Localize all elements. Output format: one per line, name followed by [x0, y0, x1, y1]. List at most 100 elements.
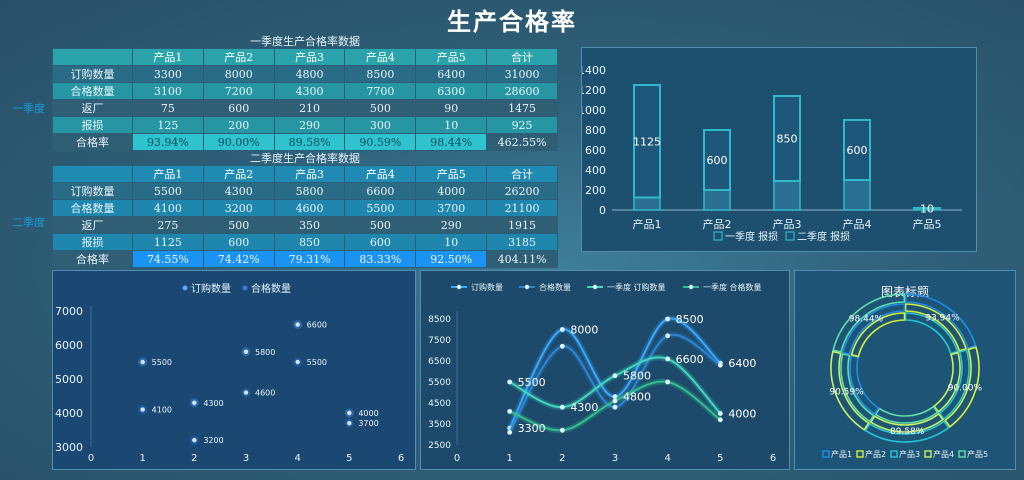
line-point	[717, 362, 723, 368]
x-tick-label: 0	[88, 453, 94, 464]
table-cell: 1125	[132, 233, 204, 251]
row-label: 报损	[52, 233, 133, 251]
line-point	[612, 398, 618, 404]
header-cell: 合计	[486, 165, 558, 183]
q2-side-label: 二季度	[12, 216, 45, 229]
rate-cell: 74.42%	[202, 250, 275, 268]
line-data-label: 5800	[623, 370, 651, 383]
table-cell: 7700	[344, 82, 417, 100]
table-cell: 90	[415, 99, 488, 117]
q2-table: 产品1 产品2 产品3 产品4 产品5 合计 订购数量 5500 4300 58…	[52, 165, 558, 268]
line-point	[507, 379, 513, 385]
table-cell: 21100	[486, 199, 558, 217]
point-label: 4000	[358, 409, 378, 418]
point-label: 3700	[358, 419, 378, 428]
table-cell: 500	[344, 216, 417, 234]
line-point	[507, 430, 513, 435]
y-tick-label: 1000	[582, 104, 606, 117]
x-tick-label: 4	[664, 453, 670, 464]
point-label: 4300	[203, 399, 223, 408]
line-point	[559, 343, 565, 349]
header-cell: 合计	[486, 48, 558, 66]
rate-cell: 98.44%	[415, 133, 488, 151]
bar-chart-panel: 0 200 400 600 800 1000 1200 1400 1125 产品1 600 产品2 85…	[578, 47, 977, 252]
header-cell: 产品4	[344, 165, 417, 183]
table-cell: 6400	[415, 65, 488, 83]
header-cell	[52, 48, 133, 66]
legend-label: 订购数量	[471, 282, 503, 292]
header-cell: 产品2	[202, 48, 275, 66]
legend-label: 订购数量	[191, 282, 231, 295]
table-cell: 4800	[273, 65, 346, 83]
legend-label: 合格数量	[539, 282, 571, 292]
line-data-label: 6400	[728, 357, 756, 370]
legend-swatch	[924, 450, 932, 458]
y-tick-label: 4000	[55, 407, 83, 420]
header-cell: 产品3	[273, 165, 346, 183]
table-row: 合格数量 4100 3200 4600 5500 3700 21100	[52, 199, 558, 217]
table-cell: 3100	[132, 82, 204, 100]
header-cell: 产品5	[415, 48, 488, 66]
scatter-chart: 3000 4000 5000 6000 7000 0 1 2 3 4 5 6 5500 4300 5800 6…	[55, 282, 404, 464]
q2-table-title: 二季度生产合格率数据	[250, 152, 360, 165]
slice-data-label: 90.59%	[829, 387, 864, 397]
header-cell: 产品2	[202, 165, 275, 183]
x-tick-label: 4	[294, 453, 300, 464]
q1-table-title: 一季度生产合格率数据	[250, 35, 360, 48]
x-tick-label: 产品3	[773, 217, 802, 231]
rate-cell: 462.55%	[486, 133, 558, 151]
point-label: 5800	[255, 348, 275, 357]
point-label: 4600	[255, 389, 275, 398]
scatter-point	[243, 390, 249, 395]
legend-label: 一季度 报损	[725, 230, 778, 243]
donut-chart-panel: 图表标题 93.94% 90.00% 89.58% 90.59% 98.44% 产品1 产品2…	[794, 270, 1016, 470]
table-cell: 210	[273, 99, 346, 117]
y-tick-label: 800	[585, 124, 606, 137]
table-cell: 200	[202, 116, 275, 134]
table-cell: 500	[344, 99, 417, 117]
x-tick-label: 1	[139, 453, 145, 464]
legend-label: 产品2	[865, 449, 886, 459]
rate-cell: 93.94%	[132, 133, 204, 151]
table-cell: 850	[273, 233, 346, 251]
x-tick-label: 2	[559, 453, 565, 464]
x-tick-label: 产品4	[843, 217, 872, 231]
line-point	[665, 316, 671, 322]
line-point	[612, 404, 618, 410]
line-point	[665, 333, 671, 339]
x-tick-label: 1	[506, 453, 512, 464]
line-data-label: 4300	[570, 401, 598, 414]
bar-chart: 0 200 400 600 800 1000 1200 1400 1125 产品1 600 产品2 85…	[578, 64, 962, 243]
table-cell: 6600	[344, 182, 417, 200]
table-cell: 5500	[132, 182, 204, 200]
x-tick-label: 2	[191, 453, 197, 464]
scatter-point	[192, 438, 197, 443]
legend-label: 一季度 合格数量	[703, 282, 762, 292]
bar-segment-q1	[703, 189, 731, 211]
point-label: 5500	[307, 358, 327, 367]
table-cell: 4000	[415, 182, 488, 200]
x-tick-label: 5	[717, 453, 723, 464]
legend-label: 产品4	[933, 449, 954, 459]
x-tick-label: 产品5	[913, 217, 942, 231]
scatter-chart-panel: 3000 4000 5000 6000 7000 0 1 2 3 4 5 6 5500 4300 5800 6…	[52, 270, 416, 470]
table-cell: 600	[344, 233, 417, 251]
rate-cell: 89.58%	[273, 133, 346, 151]
legend-marker	[688, 284, 694, 290]
rate-cell: 83.33%	[344, 250, 417, 268]
row-label: 合格数量	[52, 199, 133, 217]
x-tick-label: 0	[454, 453, 460, 464]
line-data-label: 6600	[676, 353, 704, 366]
y-tick-label: 6000	[55, 339, 83, 352]
x-tick-label: 3	[612, 453, 618, 464]
bar-data-label: 850	[777, 133, 798, 146]
y-tick-label: 400	[585, 164, 606, 177]
y-tick-label: 3500	[428, 420, 451, 430]
line-point	[665, 356, 671, 362]
bar-data-label: 10	[920, 203, 934, 216]
y-tick-label: 5500	[428, 378, 451, 388]
table-cell: 290	[415, 216, 488, 234]
table-header-row: 产品1 产品2 产品3 产品4 产品5 合计	[52, 48, 558, 66]
line-point	[559, 427, 565, 433]
header-cell: 产品1	[132, 165, 204, 183]
